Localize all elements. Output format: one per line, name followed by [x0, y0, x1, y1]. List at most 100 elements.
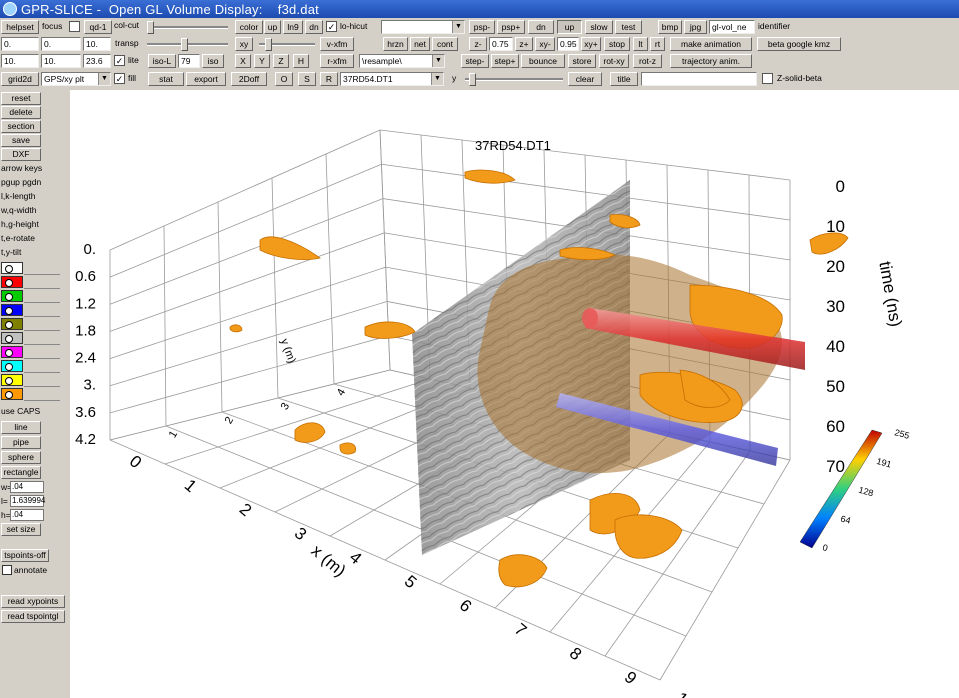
identifier-input[interactable]: gl-vol_ne	[709, 20, 755, 34]
fill-checkbox[interactable]: ✓	[114, 73, 125, 84]
color-up-button[interactable]: up	[264, 20, 281, 34]
param-field-1[interactable]: 0.	[1, 37, 39, 51]
param-field-3[interactable]: 10.	[83, 37, 111, 51]
export-button[interactable]: export	[186, 72, 226, 86]
line-button[interactable]: line	[1, 421, 41, 434]
read-xypoints-button[interactable]: read xypoints	[1, 595, 65, 608]
psp-up-button[interactable]: up	[557, 20, 582, 34]
clear-button[interactable]: clear	[568, 72, 602, 86]
color-swatch-5[interactable]	[1, 318, 23, 330]
slow-button[interactable]: slow	[585, 20, 613, 34]
resample-dropdown[interactable]: \resample\	[359, 54, 445, 68]
tspoints-off-button[interactable]: tspoints-off	[1, 549, 49, 562]
color-swatch-6[interactable]	[1, 332, 23, 344]
hrzn-button[interactable]: hrzn	[383, 37, 408, 51]
rxfm-button[interactable]: r-xfm	[320, 54, 354, 68]
delete-button[interactable]: delete	[1, 106, 41, 119]
color-swatch-7[interactable]	[1, 346, 23, 358]
trajectory-anim-button[interactable]: trajectory anim.	[670, 54, 752, 68]
h-button[interactable]: H	[293, 54, 309, 68]
param-field-5[interactable]: 10.	[41, 54, 81, 68]
xy-plus-button[interactable]: xy+	[581, 37, 601, 51]
transp-slider[interactable]	[145, 37, 230, 51]
w-input[interactable]: .04	[10, 481, 44, 493]
iso-value-input[interactable]: 79	[178, 54, 200, 68]
save-button[interactable]: save	[1, 134, 41, 147]
title-input[interactable]	[641, 72, 757, 86]
lohicut-dropdown[interactable]	[381, 20, 465, 34]
y-slider[interactable]	[463, 72, 565, 86]
dxf-button[interactable]: DXF	[1, 148, 41, 161]
cont-button[interactable]: cont	[432, 37, 458, 51]
reset-button[interactable]: reset	[1, 92, 41, 105]
sphere-button[interactable]: sphere	[1, 451, 41, 464]
helpset-button[interactable]: helpset	[1, 20, 39, 34]
h-input[interactable]: .04	[10, 509, 44, 521]
pipe-button[interactable]: pipe	[1, 436, 41, 449]
grid2d-button[interactable]: grid2d	[1, 72, 39, 86]
lite-checkbox[interactable]: ✓	[114, 55, 125, 66]
y-axis-button[interactable]: Y	[254, 54, 270, 68]
color-swatch-1[interactable]	[1, 262, 23, 274]
color-button[interactable]: color	[235, 20, 263, 34]
param-field-2[interactable]: 0.	[41, 37, 81, 51]
vxfm-button[interactable]: v-xfm	[320, 37, 354, 51]
test-button[interactable]: test	[615, 20, 642, 34]
rot-xy-button[interactable]: rot-xy	[599, 54, 629, 68]
rot-z-button[interactable]: rot-z	[633, 54, 662, 68]
x-axis-button[interactable]: X	[235, 54, 251, 68]
bmp-button[interactable]: bmp	[658, 20, 682, 34]
net-button[interactable]: net	[410, 37, 430, 51]
bounce-button[interactable]: bounce	[521, 54, 565, 68]
step-plus-button[interactable]: step+	[491, 54, 519, 68]
z-axis-button[interactable]: Z	[273, 54, 289, 68]
lt-button[interactable]: lt	[633, 37, 648, 51]
jpg-button[interactable]: jpg	[684, 20, 707, 34]
qd1-button[interactable]: qd-1	[84, 20, 112, 34]
stop-button[interactable]: stop	[604, 37, 630, 51]
file-select-dropdown[interactable]: 37RD54.DT1	[340, 72, 444, 86]
make-animation-button[interactable]: make animation	[670, 37, 752, 51]
o-button[interactable]: O	[275, 72, 293, 86]
color-dn-button[interactable]: dn	[305, 20, 323, 34]
param-field-4[interactable]: 10.	[1, 54, 39, 68]
store-button[interactable]: store	[568, 54, 596, 68]
z-plus-button[interactable]: z+	[515, 37, 533, 51]
xy-minus-button[interactable]: xy-	[535, 37, 555, 51]
stat-button[interactable]: stat	[148, 72, 184, 86]
2doff-button[interactable]: 2Doff	[231, 72, 267, 86]
z-minus-button[interactable]: z-	[469, 37, 487, 51]
beta-google-kmz-button[interactable]: beta google kmz	[757, 37, 841, 51]
color-swatch-3[interactable]	[1, 290, 23, 302]
read-tspointgl-button[interactable]: read tspointgl	[1, 610, 65, 623]
gl-volume-viewport[interactable]: 37RD54.DT1 0. 0.6 1.2 1.8 2.4 3. 3.6 4.2 depth (m…	[70, 90, 959, 698]
color-swatch-8[interactable]	[1, 360, 23, 372]
color-swatch-4[interactable]	[1, 304, 23, 316]
r-button[interactable]: R	[320, 72, 338, 86]
color-swatch-10[interactable]	[1, 388, 23, 400]
lohicut-checkbox[interactable]: ✓	[326, 21, 337, 32]
psp-minus-button[interactable]: psp-	[469, 20, 495, 34]
xy-button[interactable]: xy	[235, 37, 253, 51]
rectangle-button[interactable]: rectangle	[1, 466, 41, 479]
z-value-input[interactable]: 0.75	[489, 37, 513, 51]
section-button[interactable]: section	[1, 120, 41, 133]
xy-value-input[interactable]: 0.95	[557, 37, 579, 51]
param-field-6[interactable]: 23.6	[83, 54, 111, 68]
ln9-button[interactable]: ln9	[283, 20, 303, 34]
psp-dn-button[interactable]: dn	[528, 20, 554, 34]
s-button[interactable]: S	[298, 72, 316, 86]
rt-button[interactable]: rt	[650, 37, 665, 51]
annotate-checkbox[interactable]	[2, 565, 12, 575]
focus-checkbox[interactable]	[69, 21, 80, 32]
set-size-button[interactable]: set size	[1, 523, 41, 536]
gps-plot-dropdown[interactable]: GPS/xy plt	[41, 72, 111, 86]
step-minus-button[interactable]: step-	[461, 54, 489, 68]
title-button[interactable]: title	[610, 72, 638, 86]
xy-slider[interactable]	[257, 37, 317, 51]
color-swatch-2[interactable]	[1, 276, 23, 288]
colcut-slider[interactable]	[145, 20, 230, 34]
color-swatch-9[interactable]	[1, 374, 23, 386]
zsolid-checkbox[interactable]	[762, 73, 773, 84]
psp-plus-button[interactable]: psp+	[497, 20, 525, 34]
